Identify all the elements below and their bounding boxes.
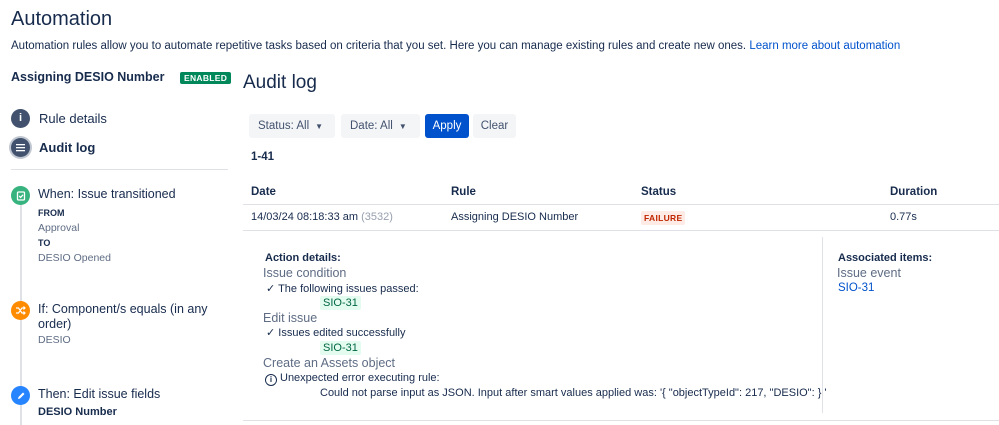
action-step[interactable]: Then: Edit issue fields DESIO Number (11, 386, 221, 424)
trigger-from-value: Approval (38, 222, 80, 234)
nav-audit-log[interactable]: Audit log (11, 136, 95, 158)
date-filter[interactable]: Date: All ▼ (341, 114, 420, 138)
nav-rule-details-label: Rule details (39, 110, 107, 126)
error-title: i Unexpected error executing rule: (265, 372, 440, 386)
issue-key-chip[interactable]: SIO-31 (320, 341, 361, 355)
edit-issue-label: Edit issue (263, 311, 318, 325)
page-description: Automation rules allow you to automate r… (11, 40, 900, 52)
condition-title: If: Component/s equals (in any order) (38, 302, 208, 331)
row-date[interactable]: 14/03/24 08:18:33 am (3532) (251, 211, 393, 223)
trigger-to-label: TO (38, 238, 51, 248)
info-icon: i (11, 108, 30, 128)
sidebar-divider (11, 169, 228, 170)
list-icon (11, 137, 30, 157)
apply-button[interactable]: Apply (425, 114, 469, 138)
create-assets-label: Create an Assets object (263, 356, 396, 370)
shuffle-icon (11, 301, 30, 320)
status-filter[interactable]: Status: All ▼ (249, 114, 335, 138)
date-filter-label: Date: All (350, 120, 393, 132)
chevron-down-icon: ▼ (315, 121, 324, 131)
trigger-to-value: DESIO Opened (38, 252, 111, 264)
rule-name: Assigning DESIO Number (11, 70, 165, 84)
error-detail: Could not parse input as JSON. Input aft… (320, 387, 827, 399)
issue-key-chip[interactable]: SIO-31 (320, 296, 361, 310)
column-header-date[interactable]: Date (251, 186, 276, 198)
edited-success-text: ✓ Issues edited successfully (266, 327, 406, 339)
learn-more-link[interactable]: Learn more about automation (749, 40, 900, 52)
issue-event-label: Issue event (837, 266, 901, 280)
nav-rule-details[interactable]: i Rule details (11, 107, 107, 129)
audit-log-title: Audit log (243, 72, 317, 93)
action-value: DESIO Number (38, 406, 117, 418)
condition-value: DESIO (38, 334, 71, 346)
column-header-duration[interactable]: Duration (890, 186, 937, 198)
pencil-icon (11, 386, 30, 405)
row-date-value: 14/03/24 08:18:33 am (251, 211, 359, 223)
row-id: (3532) (361, 211, 393, 223)
condition-step[interactable]: If: Component/s equals (in any order) DE… (11, 301, 221, 351)
issues-passed-text: ✓ The following issues passed: (266, 283, 419, 295)
row-duration: 0.77s (890, 211, 917, 223)
failure-badge: FAILURE (641, 211, 686, 225)
trigger-step[interactable]: When: Issue transitioned FROM Approval T… (11, 186, 221, 276)
table-header-divider (243, 204, 999, 205)
error-title-text: Unexpected error executing rule: (280, 372, 440, 384)
column-header-rule[interactable]: Rule (451, 186, 476, 198)
issue-condition-label: Issue condition (263, 266, 347, 280)
page-title: Automation (11, 8, 113, 30)
status-filter-label: Status: All (258, 120, 310, 132)
info-icon: i (265, 373, 277, 386)
row-rule: Assigning DESIO Number (451, 211, 579, 223)
action-title: Then: Edit issue fields (38, 387, 161, 401)
status-badge: ENABLED (180, 72, 232, 84)
result-range: 1-41 (251, 151, 275, 163)
trigger-icon (11, 186, 30, 205)
associated-items-label: Associated items: (838, 252, 933, 264)
chevron-down-icon: ▼ (398, 121, 407, 131)
nav-audit-log-label: Audit log (39, 139, 96, 155)
associated-issue-link[interactable]: SIO-31 (838, 282, 874, 294)
trigger-title: When: Issue transitioned (38, 187, 176, 201)
action-details-label: Action details: (265, 252, 341, 264)
column-header-status[interactable]: Status (641, 186, 676, 198)
trigger-from-label: FROM (38, 208, 65, 218)
page-description-text: Automation rules allow you to automate r… (11, 40, 747, 52)
clear-button[interactable]: Clear (473, 114, 516, 138)
